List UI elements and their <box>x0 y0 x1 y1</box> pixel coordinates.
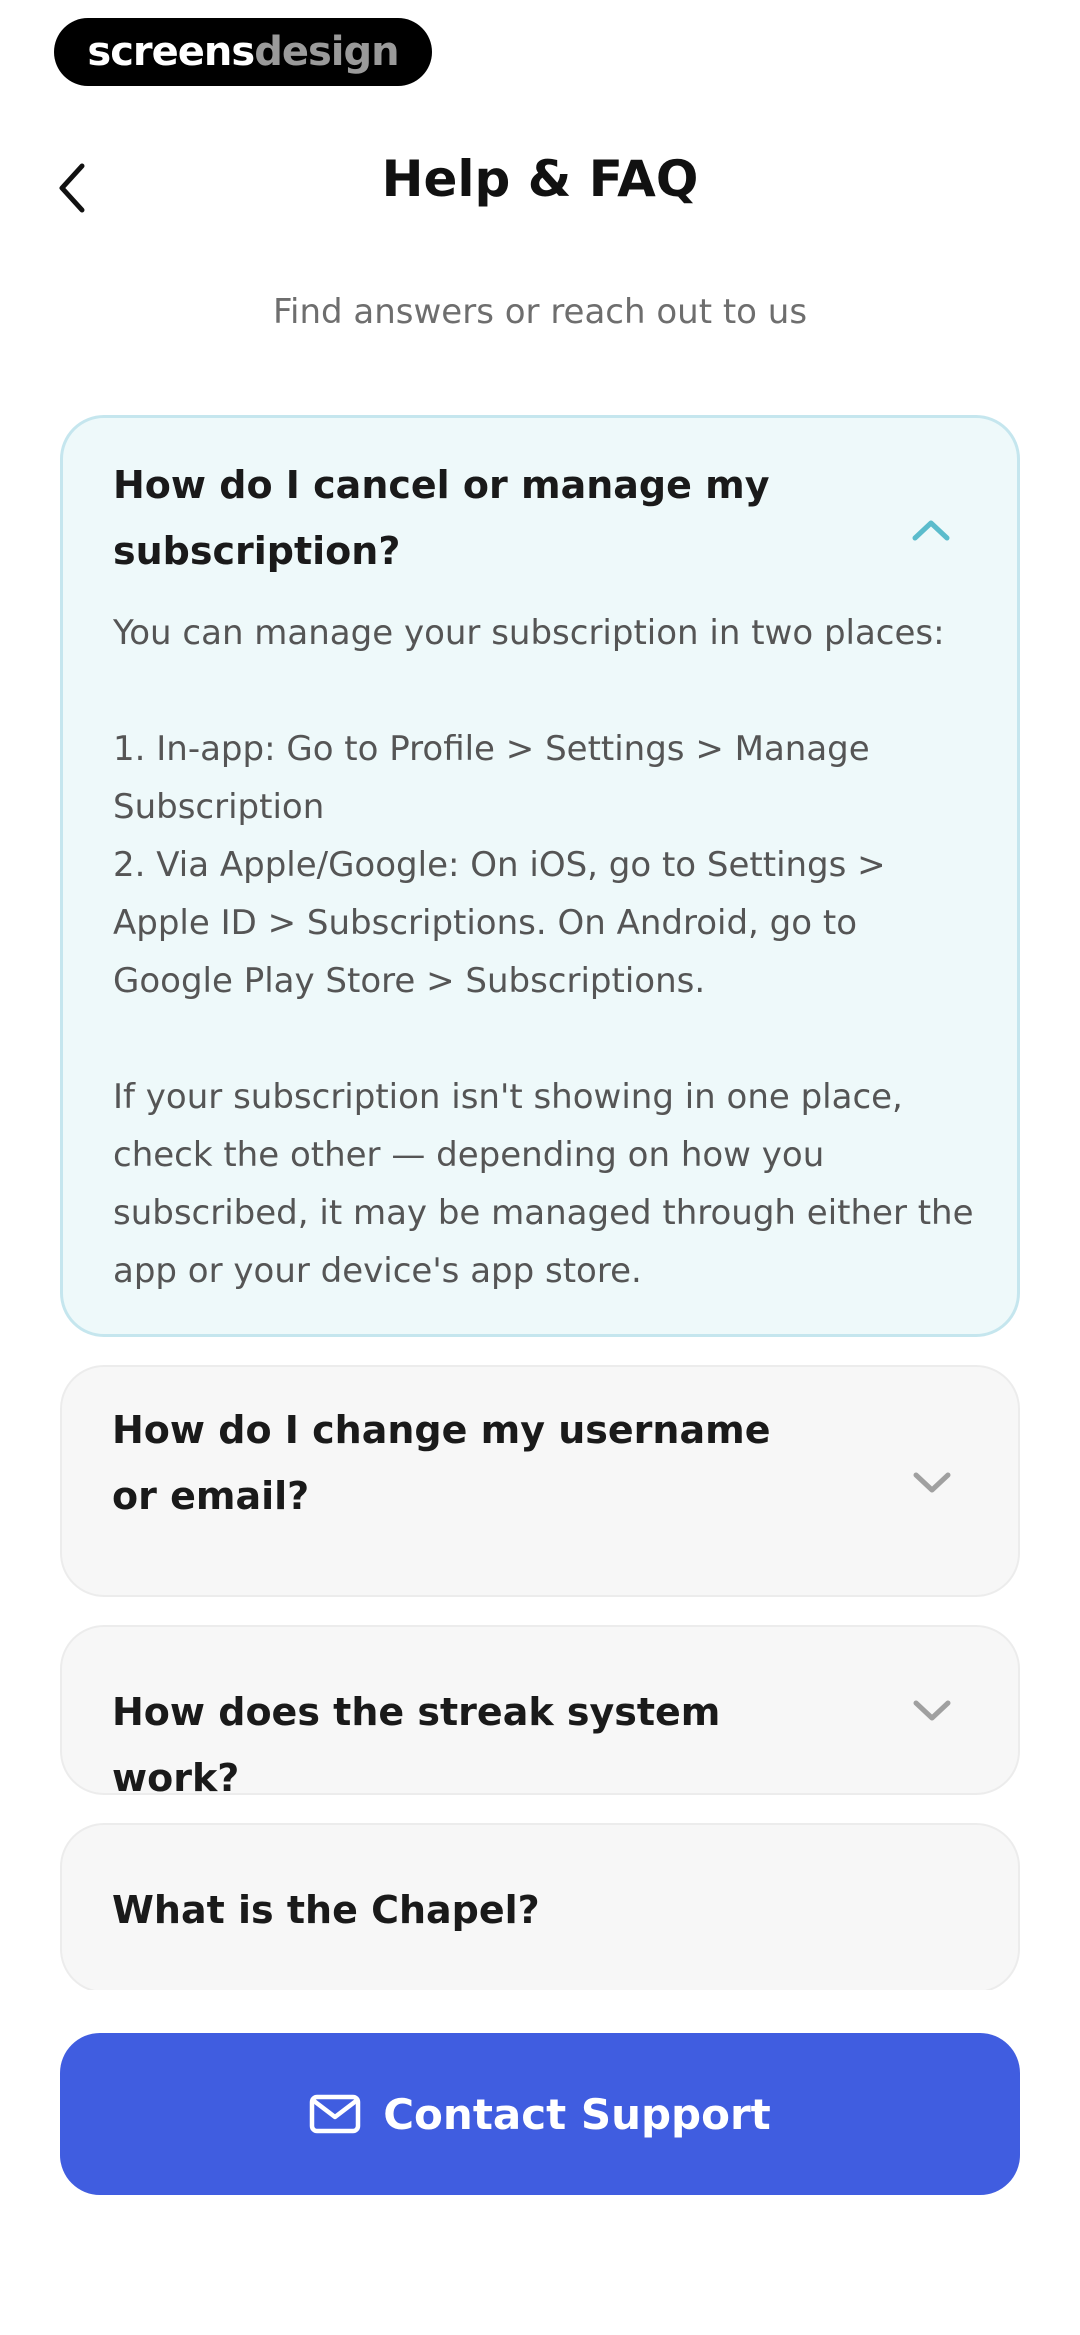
faq-question: How do I change my username or email? <box>112 1408 771 1518</box>
contact-support-button[interactable]: Contact Support <box>60 2033 1020 2195</box>
contact-support-label: Contact Support <box>383 2089 771 2139</box>
brand-part-1: screens <box>87 29 255 75</box>
chevron-up-icon[interactable] <box>911 510 951 550</box>
screensdesign-watermark: screens design <box>54 18 432 86</box>
page-subtitle: Find answers or reach out to us <box>272 292 808 332</box>
brand-part-2: design <box>254 29 399 75</box>
faq-question: What is the Chapel? <box>112 1888 540 1932</box>
chevron-down-icon[interactable] <box>912 1691 952 1731</box>
mail-icon <box>309 2094 361 2134</box>
faq-item-subscription[interactable]: How do I cancel or manage my subscriptio… <box>60 415 1020 1337</box>
faq-item-streak[interactable]: How does the streak system work? <box>60 1625 1020 1800</box>
chevron-down-icon[interactable] <box>912 1463 952 1503</box>
faq-item-username[interactable]: How do I change my username or email? <box>60 1365 1020 1597</box>
faq-question: How does the streak system work? <box>112 1690 721 1800</box>
faq-answer: You can manage your subscription in two … <box>113 613 974 1291</box>
help-faq-screen: screens design Help & FAQ Find answers or… <box>0 0 1080 2335</box>
faq-question: How do I cancel or manage my subscriptio… <box>113 463 770 573</box>
page-title: Help & FAQ <box>381 150 699 208</box>
faq-item-chapel[interactable]: What is the Chapel? <box>60 1823 1020 1990</box>
faq-list: How do I cancel or manage my subscriptio… <box>60 415 1020 1990</box>
